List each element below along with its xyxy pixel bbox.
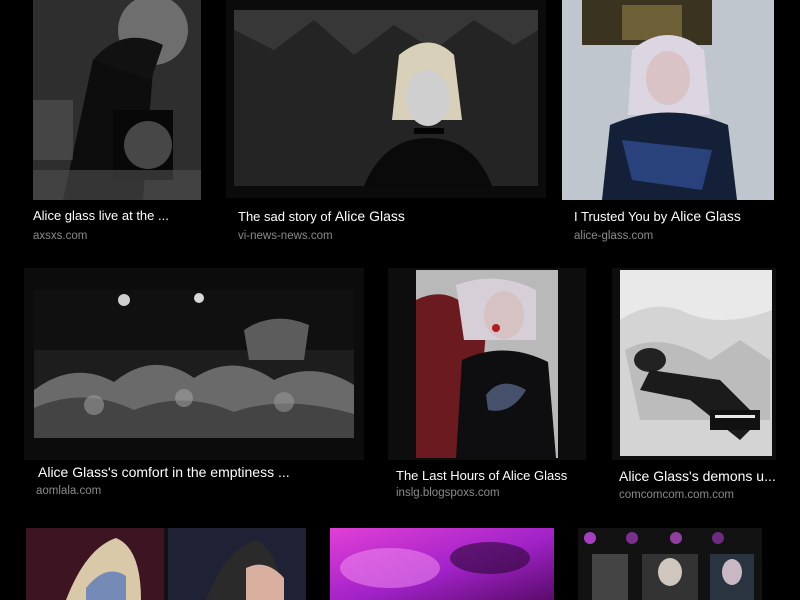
result-card-8[interactable]	[330, 528, 556, 600]
result-thumbnail-9[interactable]	[578, 528, 762, 600]
result-card-3[interactable]: I Trusted You by Alice Glass alice-glass…	[562, 0, 778, 250]
result-title-5[interactable]: The Last Hours of Alice Glass	[396, 468, 586, 484]
result-card-1[interactable]: Alice glass live at the ... axsxs.com	[24, 0, 212, 250]
result-card-4[interactable]: Alice Glass's comfort in the emptiness .…	[24, 268, 366, 508]
result-card-6[interactable]: Alice Glass's demons u... comcomcom.com.…	[612, 268, 782, 508]
result-card-2[interactable]: The sad story of Alice Glass vi-news-new…	[226, 0, 546, 250]
result-card-5[interactable]: The Last Hours of Alice Glass inslg.blog…	[388, 268, 588, 508]
result-source-5[interactable]: inslg.blogspoxs.com	[396, 486, 500, 500]
result-thumbnail-7[interactable]	[26, 528, 306, 600]
result-title-3[interactable]: I Trusted You by Alice Glass	[574, 208, 774, 225]
result-title-5-suffix: Alice Glass	[502, 468, 568, 483]
result-thumbnail-3[interactable]	[562, 0, 774, 200]
result-title-2-suffix: Alice Glass	[334, 208, 405, 224]
result-thumbnail-4[interactable]	[34, 290, 354, 438]
result-title-1[interactable]: Alice glass live at the ...	[33, 208, 203, 224]
result-title-6[interactable]: Alice Glass's demons u...	[619, 468, 779, 484]
result-thumbnail-6[interactable]	[620, 270, 772, 456]
result-source-2[interactable]: vi-news-news.com	[238, 229, 333, 243]
result-source-6[interactable]: comcomcom.com.com	[619, 488, 734, 502]
result-card-7[interactable]	[24, 528, 308, 600]
result-title-3-prefix: I Trusted You by	[574, 209, 671, 224]
result-title-3-suffix: Alice Glass	[670, 208, 741, 224]
result-card-9[interactable]	[578, 528, 764, 600]
result-title-4[interactable]: Alice Glass's comfort in the emptiness .…	[38, 464, 358, 480]
result-thumbnail-2[interactable]	[234, 10, 538, 186]
result-title-2-prefix: The sad story of	[238, 209, 335, 224]
result-thumbnail-5[interactable]	[416, 270, 558, 458]
result-thumbnail-1[interactable]	[33, 0, 201, 200]
result-source-1[interactable]: axsxs.com	[33, 229, 87, 243]
result-source-4[interactable]: aomlala.com	[36, 484, 101, 498]
image-results-grid: Alice glass live at the ... axsxs.com Th…	[0, 0, 800, 600]
result-thumbnail-8[interactable]	[330, 528, 554, 600]
result-title-2[interactable]: The sad story of Alice Glass	[238, 208, 538, 225]
result-source-3[interactable]: alice-glass.com	[574, 229, 653, 243]
result-title-5-prefix: The Last Hours of	[396, 468, 503, 483]
